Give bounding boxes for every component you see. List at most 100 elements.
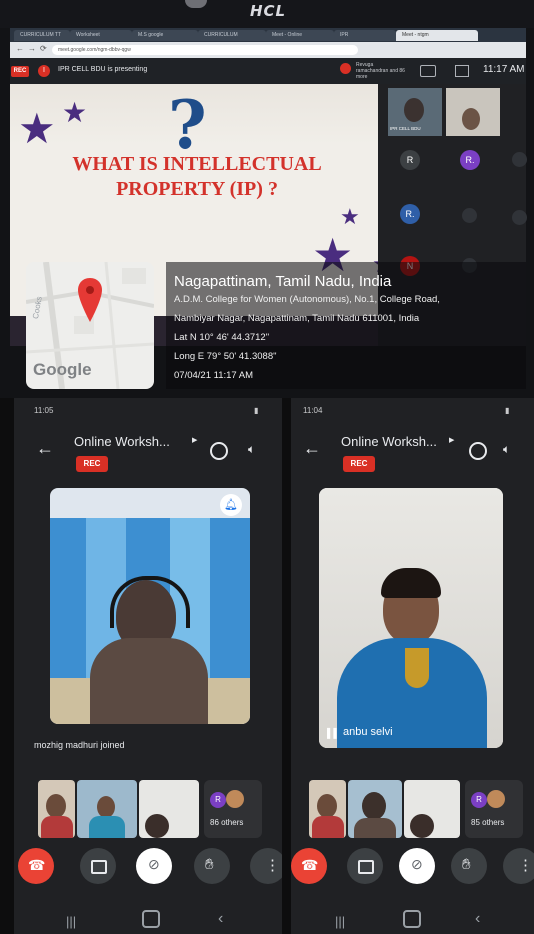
- mic-off-icon: ⊘: [411, 856, 423, 872]
- others-tile[interactable]: R 85 others: [465, 780, 523, 838]
- hangup-icon: ☎︎: [301, 857, 319, 873]
- rec-badge: REC: [76, 456, 108, 472]
- browser-tab[interactable]: Meet - Online: [266, 30, 334, 41]
- participant-avatar[interactable]: R.: [400, 204, 420, 224]
- recents-nav-icon[interactable]: |||: [66, 914, 76, 929]
- battery-icon: ▮: [505, 406, 510, 415]
- participant-avatar[interactable]: R.: [460, 150, 480, 170]
- expand-triangle-icon[interactable]: ▶: [192, 436, 197, 444]
- browser-tab[interactable]: Worksheet: [70, 30, 132, 41]
- browser-tab[interactable]: M.S google: [132, 30, 198, 41]
- participant-avatar[interactable]: [512, 210, 527, 225]
- meeting-title[interactable]: Online Worksh...: [74, 434, 170, 449]
- address-line: Nambiyar Nagar, Nagapattinam, Tamil Nadu…: [174, 313, 420, 324]
- recents-nav-icon[interactable]: |||: [335, 914, 345, 929]
- participant-avatar[interactable]: [462, 208, 477, 223]
- home-nav-icon[interactable]: [142, 910, 160, 928]
- others-tile[interactable]: R 86 others: [204, 780, 262, 838]
- more-options-button[interactable]: ⋮: [250, 848, 282, 884]
- star-icon: ★: [340, 204, 360, 229]
- notification-text: Revuga ramachandran and 86 more: [356, 62, 405, 80]
- speaker-icon[interactable]: 🔈︎: [248, 442, 255, 457]
- browser-tab[interactable]: CURRICULUM: [198, 30, 266, 41]
- switch-camera-icon[interactable]: [469, 442, 487, 460]
- hangup-icon: ☎︎: [28, 857, 46, 873]
- status-time: 11:05: [34, 406, 54, 415]
- switch-camera-icon[interactable]: [210, 442, 228, 460]
- more-vert-icon: ⋮: [265, 857, 280, 874]
- clock: 11:17 AM: [483, 64, 525, 75]
- phone-screen-right: 11:04 ▮ ← Online Worksh... ▶ REC 🔈︎ ▌▌ a…: [291, 398, 534, 934]
- browser-tab[interactable]: CURRICULUM TT: [14, 30, 70, 41]
- others-count: 85 others: [471, 818, 505, 827]
- reload-icon[interactable]: ⟳: [40, 44, 47, 53]
- back-nav-icon[interactable]: ‹: [475, 910, 480, 928]
- raise-hand-button[interactable]: ✋︎: [451, 848, 487, 884]
- pin-icon[interactable]: 🔔︎: [220, 494, 242, 516]
- notification-avatar: [340, 63, 351, 74]
- mic-off-icon: ⊘: [148, 856, 160, 872]
- participant-video-tile[interactable]: [446, 88, 500, 136]
- slide-title-line2: PROPERTY (IP) ?: [116, 178, 278, 200]
- browser-tab-bar: CURRICULUM TT Worksheet M.S google CURRI…: [10, 28, 526, 42]
- others-avatar-photo: [487, 790, 505, 808]
- rec-badge: REC: [343, 456, 375, 472]
- participant-avatar[interactable]: [512, 152, 527, 167]
- mic-button[interactable]: ⊘: [399, 848, 435, 884]
- slide-title: WHAT IS INTELLECTUAL PROPERTY (IP) ?: [42, 152, 352, 202]
- battery-icon: ▮: [254, 406, 259, 415]
- more-vert-icon: ⋮: [518, 857, 533, 874]
- address-line: A.D.M. College for Women (Autonomous), N…: [174, 294, 440, 305]
- end-call-button[interactable]: ☎︎: [291, 848, 327, 884]
- more-options-button[interactable]: ⋮: [503, 848, 534, 884]
- video-camera-icon: [91, 860, 107, 874]
- participant-mini-tile[interactable]: [348, 780, 402, 838]
- forward-arrow-icon[interactable]: →: [28, 44, 36, 53]
- people-icon[interactable]: [420, 65, 436, 77]
- star-icon: ★: [18, 105, 56, 152]
- speaker-name: anbu selvi: [343, 726, 393, 738]
- expand-triangle-icon[interactable]: ▶: [449, 436, 454, 444]
- monitor-brand-logo: HCL: [250, 2, 287, 20]
- participant-mini-tile[interactable]: [77, 780, 137, 838]
- slide-title-line1: WHAT IS INTELLECTUAL: [72, 153, 322, 175]
- back-arrow-icon[interactable]: ←: [303, 438, 321, 459]
- end-call-button[interactable]: ☎︎: [18, 848, 54, 884]
- raise-hand-button[interactable]: ✋︎: [194, 848, 230, 884]
- longitude-text: Long E 79° 50' 41.3088": [174, 351, 277, 362]
- photo-divider: [282, 398, 291, 934]
- camera-button[interactable]: [80, 848, 116, 884]
- back-arrow-icon[interactable]: ←: [36, 438, 54, 459]
- others-avatar: R: [471, 792, 487, 808]
- speaker-icon[interactable]: 🔈︎: [503, 442, 510, 457]
- chat-icon[interactable]: [455, 65, 469, 77]
- others-count: 86 others: [210, 818, 244, 827]
- participant-mini-tile[interactable]: [139, 780, 199, 838]
- back-arrow-icon[interactable]: ←: [16, 44, 24, 53]
- participant-avatar[interactable]: R: [400, 150, 420, 170]
- address-input[interactable]: meet.google.com/ngm-dbbv-qgw: [52, 45, 358, 55]
- others-avatar-photo: [226, 790, 244, 808]
- camera-button[interactable]: [347, 848, 383, 884]
- audio-level-icon: ▌▌: [327, 728, 340, 738]
- main-video-tile[interactable]: ▌▌ anbu selvi: [319, 488, 503, 748]
- rec-badge: REC: [11, 66, 29, 77]
- meeting-title[interactable]: Online Worksh...: [341, 434, 437, 449]
- browser-tab[interactable]: IPR: [334, 30, 396, 41]
- others-avatar: R: [210, 792, 226, 808]
- back-nav-icon[interactable]: ‹: [218, 910, 223, 928]
- participant-mini-tile[interactable]: [404, 780, 460, 838]
- mic-button[interactable]: ⊘: [136, 848, 172, 884]
- participant-mini-tile[interactable]: [38, 780, 75, 838]
- phone-screen-left: 11:05 ▮ ← Online Worksh... ▶ REC 🔈︎ 🔔︎ m…: [14, 398, 282, 934]
- main-video-tile[interactable]: 🔔︎: [50, 488, 250, 724]
- browser-tab-active[interactable]: Meet - ntgm: [396, 30, 478, 41]
- home-nav-icon[interactable]: [403, 910, 421, 928]
- participant-video-tile[interactable]: IPR CELL BDU: [388, 88, 442, 136]
- participant-mini-tile[interactable]: [309, 780, 346, 838]
- status-time: 11:04: [303, 406, 323, 415]
- map-pin-icon: [78, 278, 102, 322]
- datetime-text: 07/04/21 11:17 AM: [174, 370, 254, 381]
- tile-name-label: IPR CELL BDU: [390, 126, 421, 131]
- google-logo: Google: [33, 360, 92, 379]
